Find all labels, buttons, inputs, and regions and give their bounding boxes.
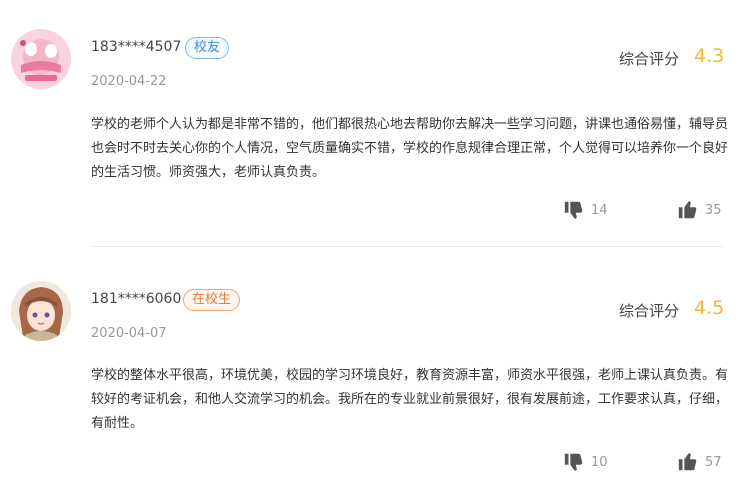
dislike-count: 10 (591, 454, 608, 470)
avatar[interactable] (11, 281, 71, 341)
like-button[interactable]: 57 (677, 451, 722, 473)
like-button[interactable]: 35 (677, 199, 722, 221)
avatar[interactable] (11, 29, 71, 89)
username: 181****6060 (91, 291, 182, 307)
score-value: 4.3 (694, 45, 725, 67)
review-content: 学校的老师个人认为都是非常不错的，他们都很热心地去帮助你去解决一些学习问题，讲课… (91, 117, 729, 180)
thumbs-up-icon (677, 451, 699, 473)
status-badge: 在校生 (183, 289, 241, 311)
status-badge: 校友 (185, 37, 230, 59)
score-value: 4.5 (694, 297, 725, 319)
dislike-button[interactable]: 14 (563, 199, 608, 221)
thumbs-down-icon (563, 451, 585, 473)
dislike-button[interactable]: 10 (563, 451, 608, 473)
score-label: 综合评分 (619, 50, 680, 68)
dislike-count: 14 (591, 202, 608, 218)
like-count: 35 (705, 202, 722, 218)
review-date: 2020-04-22 (91, 74, 167, 89)
thumbs-up-icon (677, 199, 699, 221)
thumbs-down-icon (563, 199, 585, 221)
like-count: 57 (705, 454, 722, 470)
divider (91, 246, 723, 247)
username: 183****4507 (91, 39, 182, 55)
score-label: 综合评分 (619, 302, 680, 320)
review-date: 2020-04-07 (91, 326, 167, 341)
review-content: 学校的整体水平很高，环境优美，校园的学习环境良好，教育资源丰富，师资水平很强，老… (91, 368, 729, 431)
